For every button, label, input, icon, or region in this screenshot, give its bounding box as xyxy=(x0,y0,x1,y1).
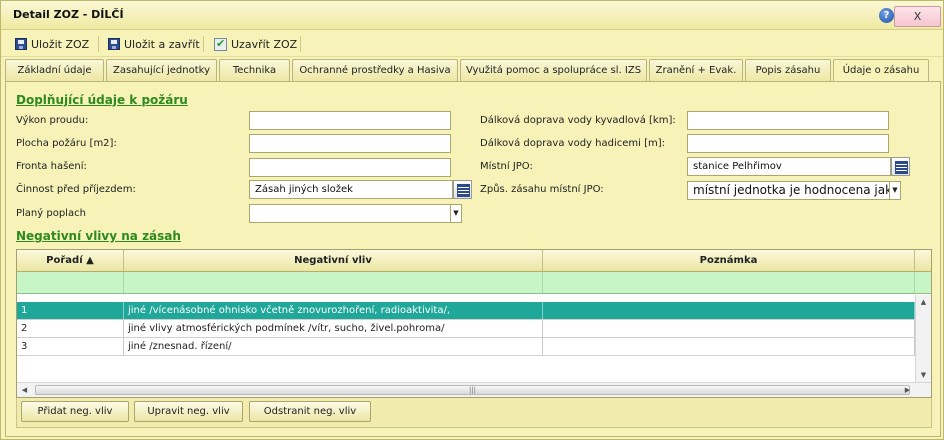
chevron-down-icon[interactable]: ▼ xyxy=(451,204,462,223)
fronta-haseni-input[interactable] xyxy=(249,158,451,177)
column-header-influence[interactable]: Negativní vliv xyxy=(124,250,543,271)
save-close-button[interactable]: Uložit a zavřít xyxy=(104,34,204,54)
tab-technika[interactable]: Technika xyxy=(219,59,290,81)
add-negative-influence-button[interactable]: Přidat neg. vliv xyxy=(21,401,129,422)
grid-action-bar: Přidat neg. vliv Upravit neg. vliv Odstr… xyxy=(16,398,932,428)
cell-order: 1 xyxy=(17,302,124,319)
cell-note xyxy=(543,320,915,337)
negative-section-title: Negativní vlivy na zásah xyxy=(16,229,181,243)
remove-negative-influence-button[interactable]: Odstranit neg. vliv xyxy=(249,401,371,422)
column-header-note[interactable]: Poznámka xyxy=(543,250,915,271)
field-label: Plocha požáru [m2]: xyxy=(16,138,117,149)
edit-negative-influence-button[interactable]: Upravit neg. vliv xyxy=(134,401,243,422)
tab-strip: Základní údaje Zasahující jednotky Techn… xyxy=(5,59,941,82)
vertical-scrollbar[interactable]: ▲ ▼ xyxy=(915,295,931,383)
list-picker-icon[interactable] xyxy=(891,157,910,176)
field-label: Fronta hašení: xyxy=(16,161,87,172)
field-label: Dálková doprava vody kyvadlová [km]: xyxy=(480,115,676,126)
window-title: Detail ZOZ - DÍLČÍ xyxy=(13,8,124,21)
floppy-disk-icon xyxy=(15,38,27,50)
tab-zraneni-evak[interactable]: Zranění + Evak. xyxy=(649,59,743,81)
grid-header: Pořadí ▲ Negativní vliv Poznámka xyxy=(17,250,931,272)
table-row[interactable]: 3 jiné /znesnad. řízení/ xyxy=(17,338,915,356)
plany-poplach-select[interactable] xyxy=(249,204,451,223)
cell-influence: jiné /znesnad. řízení/ xyxy=(124,338,543,355)
scroll-up-icon[interactable]: ▲ xyxy=(916,295,931,309)
cell-order: 2 xyxy=(17,320,124,337)
field-label: Místní JPO: xyxy=(480,161,533,172)
close-zoz-button-label: Uzavřít ZOZ xyxy=(231,37,298,51)
scroll-thumb[interactable]: ||| xyxy=(35,385,910,395)
column-header-order[interactable]: Pořadí ▲ xyxy=(17,250,124,271)
sort-asc-icon: ▲ xyxy=(86,255,94,266)
zpusob-zasahu-select[interactable]: místní jednotka je hodnocena jako p xyxy=(687,181,890,200)
doprava-kyvadlova-input[interactable] xyxy=(687,111,889,130)
cell-order: 3 xyxy=(17,338,124,355)
tab-ochranne-prostredky[interactable]: Ochranné prostředky a Hasiva xyxy=(292,59,458,81)
negative-influences-grid: Pořadí ▲ Negativní vliv Poznámka 1 jiné … xyxy=(16,249,932,398)
plocha-pozaru-input[interactable] xyxy=(249,134,451,153)
close-button[interactable]: X xyxy=(894,6,941,27)
fire-section-title: Doplňující údaje k požáru xyxy=(16,93,188,107)
field-label: Dálková doprava vody hadicemi [m]: xyxy=(480,138,665,149)
toolbar-separator xyxy=(203,36,204,52)
tab-popis-zasahu[interactable]: Popis zásahu xyxy=(745,59,831,81)
scroll-left-icon[interactable]: ◀ xyxy=(17,383,32,397)
mistni-jpo-input[interactable]: stanice Pelhřimov xyxy=(687,157,891,176)
chevron-down-icon[interactable]: ▼ xyxy=(890,181,901,200)
tab-content: Doplňující údaje k požáru Výkon proudu: … xyxy=(5,81,941,437)
filter-cell[interactable] xyxy=(17,272,124,293)
filter-cell[interactable] xyxy=(543,272,915,293)
tab-zakladni-udaje[interactable]: Základní údaje xyxy=(5,59,104,81)
title-bar: Detail ZOZ - DÍLČÍ ? X xyxy=(1,1,943,30)
field-label: Planý poplach xyxy=(16,208,86,219)
scroll-right-icon[interactable]: ▶ xyxy=(900,383,915,397)
cell-note xyxy=(543,338,915,355)
help-icon[interactable]: ? xyxy=(879,8,894,23)
floppy-disk-icon xyxy=(108,38,120,50)
table-row[interactable]: 2 jiné vlivy atmosférických podmínek /ví… xyxy=(17,320,915,338)
save-close-button-label: Uložit a zavřít xyxy=(124,37,200,51)
vykon-proudu-input[interactable] xyxy=(249,111,451,130)
cinnost-pred-prijezdem-input[interactable]: Zásah jiných složek xyxy=(249,180,453,199)
field-label: Způs. zásahu místní JPO: xyxy=(480,184,604,195)
save-button-label: Uložit ZOZ xyxy=(31,37,90,51)
cell-influence: jiné /vícenásobné ohnisko včetně znovuro… xyxy=(124,302,543,319)
tab-vyuzita-pomoc[interactable]: Využitá pomoc a spolupráce sl. IZS xyxy=(460,59,647,81)
table-row[interactable]: 1 jiné /vícenásobné ohnisko včetně znovu… xyxy=(17,302,915,320)
scroll-down-icon[interactable]: ▼ xyxy=(916,368,931,382)
horizontal-scrollbar[interactable]: ◀ ||| ▶ xyxy=(17,382,931,397)
toolbar-separator xyxy=(98,36,99,52)
field-label: Činnost před příjezdem: xyxy=(16,184,136,195)
detail-zoz-window: Detail ZOZ - DÍLČÍ ? X Uložit ZOZ Uložit… xyxy=(0,0,944,440)
cell-note xyxy=(543,302,915,319)
grid-filter-row[interactable] xyxy=(17,272,931,294)
toolbar-separator xyxy=(300,36,301,52)
filter-cell[interactable] xyxy=(124,272,543,293)
cell-influence: jiné vlivy atmosférických podmínek /vítr… xyxy=(124,320,543,337)
doprava-hadicemi-input[interactable] xyxy=(687,134,889,153)
tab-udaje-o-zasahu[interactable]: Údaje o zásahu xyxy=(833,59,929,82)
list-picker-icon[interactable] xyxy=(453,180,472,199)
field-label: Výkon proudu: xyxy=(16,115,89,126)
save-button[interactable]: Uložit ZOZ xyxy=(11,34,93,54)
toolbar: Uložit ZOZ Uložit a zavřít Uzavřít ZOZ xyxy=(1,31,943,57)
tab-zasahujici-jednotky[interactable]: Zasahující jednotky xyxy=(106,59,217,81)
checked-document-icon xyxy=(214,37,227,51)
close-zoz-button[interactable]: Uzavřít ZOZ xyxy=(210,34,301,54)
